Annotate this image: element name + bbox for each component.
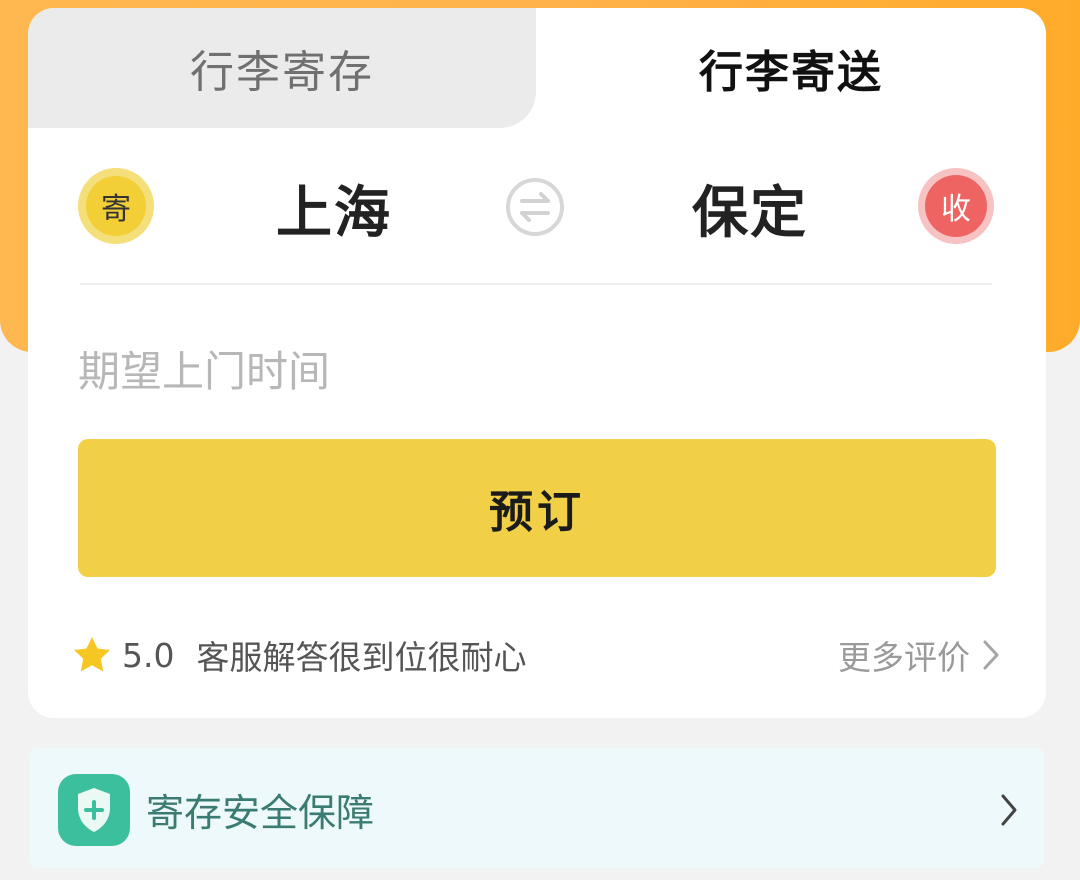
sender-badge: 寄 bbox=[78, 168, 154, 244]
review-summary: 5.0 客服解答很到位很耐心 bbox=[72, 630, 526, 680]
star-icon bbox=[74, 637, 110, 672]
booking-card: 行李寄存 行李寄送 寄 上海 保定 收 期望上门时间 预订 5.0 客服解答很到… bbox=[28, 8, 1046, 718]
review-text: 客服解答很到位很耐心 bbox=[196, 638, 527, 677]
sender-badge-text: 寄 bbox=[86, 176, 146, 236]
tab-luggage-delivery[interactable]: 行李寄送 bbox=[536, 8, 1046, 128]
divider bbox=[80, 283, 992, 285]
swap-arrows-icon[interactable] bbox=[506, 178, 564, 236]
tab-label: 行李寄存 bbox=[190, 47, 374, 98]
rating-value: 5.0 bbox=[122, 635, 175, 675]
security-label: 寄存安全保障 bbox=[146, 790, 375, 835]
receiver-badge: 收 bbox=[918, 168, 994, 244]
chevron-right-icon bbox=[1001, 794, 1017, 826]
security-guarantee-row[interactable]: 寄存安全保障 bbox=[30, 748, 1044, 868]
more-reviews-label: 更多评价 bbox=[838, 638, 970, 677]
from-city[interactable]: 上海 bbox=[276, 172, 392, 246]
tab-label: 行李寄送 bbox=[699, 47, 883, 98]
shield-icon bbox=[58, 774, 130, 846]
tab-luggage-storage[interactable]: 行李寄存 bbox=[28, 8, 536, 128]
more-reviews-link[interactable]: 更多评价 bbox=[838, 630, 1002, 680]
to-city[interactable]: 保定 bbox=[692, 172, 808, 246]
book-button[interactable]: 预订 bbox=[78, 439, 996, 577]
pickup-time-field[interactable]: 期望上门时间 bbox=[78, 333, 330, 403]
receiver-badge-text: 收 bbox=[925, 175, 987, 237]
chevron-right-icon bbox=[983, 640, 999, 670]
